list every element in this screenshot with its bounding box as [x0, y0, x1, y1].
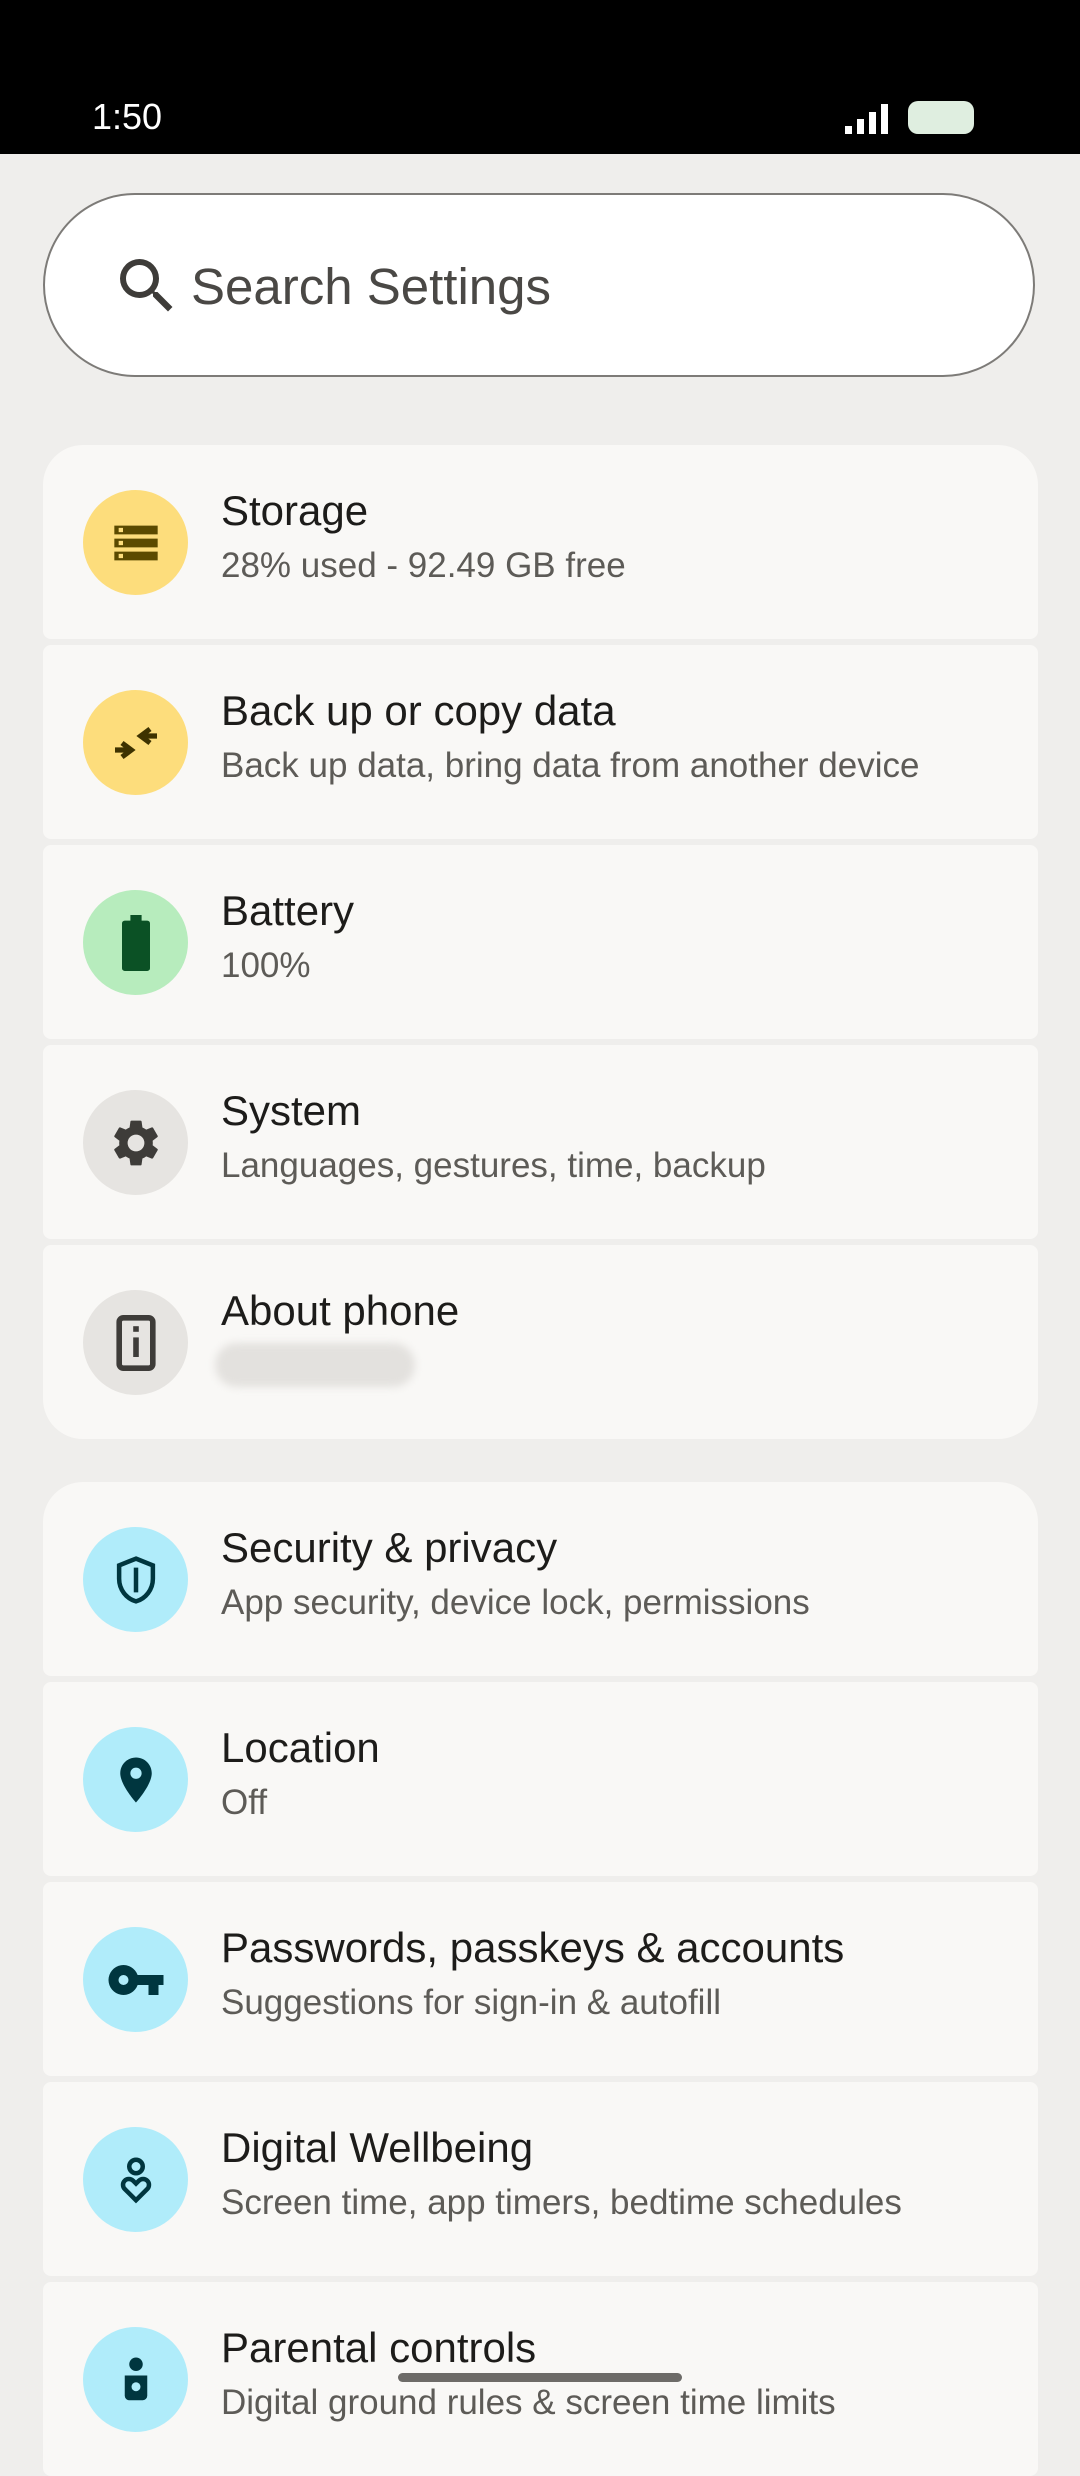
settings-item-passwords[interactable]: Passwords, passkeys & accounts Suggestio…: [43, 1882, 1038, 2076]
item-title: About phone: [221, 1287, 460, 1334]
item-subtitle: App security, device lock, permissions: [221, 1583, 810, 1622]
item-subtitle: Digital ground rules & screen time limit…: [221, 2383, 836, 2422]
settings-item-storage[interactable]: Storage 28% used - 92.49 GB free: [43, 445, 1038, 639]
status-time: 1:50: [92, 96, 163, 137]
item-subtitle: Screen time, app timers, bedtime schedul…: [221, 2183, 902, 2222]
item-title: Digital Wellbeing: [221, 2124, 534, 2171]
item-subtitle: Back up data, bring data from another de…: [221, 746, 920, 785]
item-title: System: [221, 1087, 362, 1134]
gear-icon: [83, 1090, 188, 1195]
shield-icon: [83, 1527, 188, 1632]
item-subtitle: Suggestions for sign-in & autofill: [221, 1983, 721, 2022]
item-subtitle: 100%: [221, 946, 311, 985]
navigation-handle[interactable]: [398, 2373, 682, 2382]
location-pin-icon: [83, 1727, 188, 1832]
settings-item-digital-wellbeing[interactable]: Digital Wellbeing Screen time, app timer…: [43, 2082, 1038, 2276]
battery-status-icon: [908, 101, 974, 134]
item-subtitle: 28% used - 92.49 GB free: [221, 546, 626, 585]
settings-item-about-phone[interactable]: About phone: [43, 1245, 1038, 1439]
phone-info-icon: [83, 1290, 188, 1395]
settings-item-security[interactable]: Security & privacy App security, device …: [43, 1482, 1038, 1676]
item-subtitle: Languages, gestures, time, backup: [221, 1146, 766, 1185]
item-title: Parental controls: [221, 2324, 537, 2371]
child-icon: [83, 2327, 188, 2432]
status-bar: 1:50: [0, 0, 1080, 154]
item-title: Passwords, passkeys & accounts: [221, 1924, 845, 1971]
item-title: Location: [221, 1724, 380, 1771]
item-title: Battery: [221, 887, 355, 934]
settings-item-battery[interactable]: Battery 100%: [43, 845, 1038, 1039]
settings-item-system[interactable]: System Languages, gestures, time, backup: [43, 1045, 1038, 1239]
key-icon: [83, 1927, 188, 2032]
search-input[interactable]: [189, 235, 973, 337]
item-title: Security & privacy: [221, 1524, 558, 1571]
signal-icon: [845, 104, 888, 134]
settings-item-location[interactable]: Location Off: [43, 1682, 1038, 1876]
settings-item-backup[interactable]: Back up or copy data Back up data, bring…: [43, 645, 1038, 839]
copy-data-icon: [83, 690, 188, 795]
wellbeing-icon: [83, 2127, 188, 2232]
device-name-blurred: [215, 1343, 415, 1387]
item-title: Back up or copy data: [221, 687, 616, 734]
search-icon: [120, 259, 173, 312]
item-title: Storage: [221, 487, 369, 534]
item-subtitle: Off: [221, 1783, 268, 1822]
search-bar[interactable]: [43, 193, 1035, 377]
storage-icon: [83, 490, 188, 595]
battery-icon: [83, 890, 188, 995]
